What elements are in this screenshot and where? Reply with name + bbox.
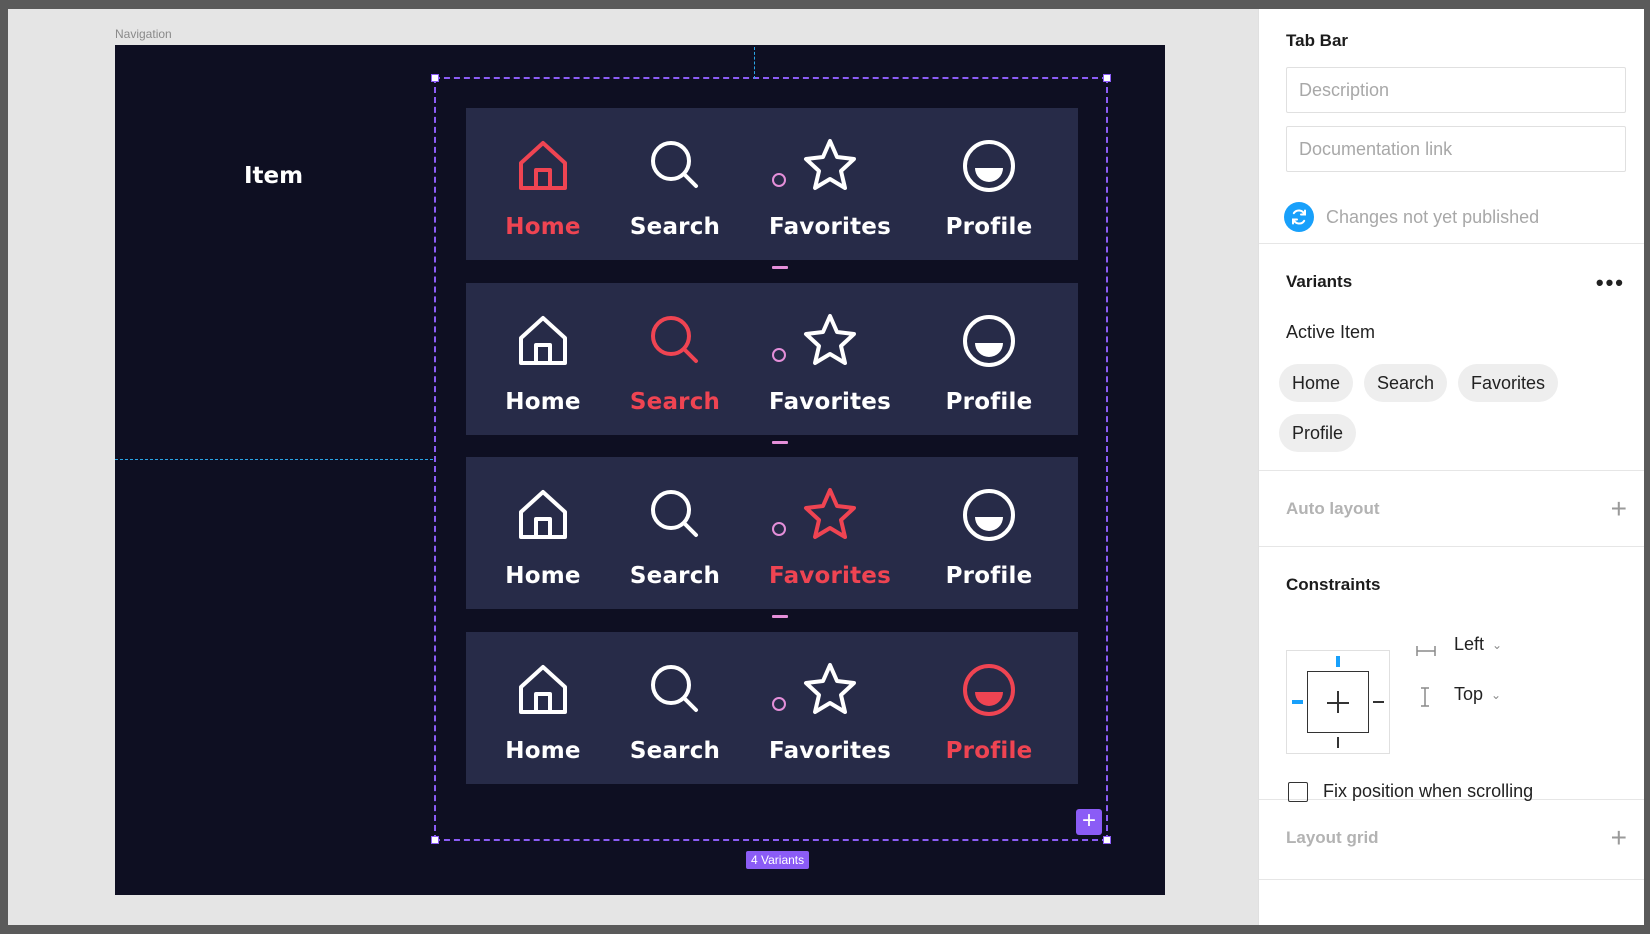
add-variant-button[interactable]: + (1076, 809, 1102, 835)
spacing-indicator-dash (772, 615, 788, 618)
horizontal-guide (115, 459, 433, 460)
spacing-indicator-dot (772, 697, 786, 711)
spacing-indicator-dash (772, 441, 788, 444)
vertical-constraint-icon (1419, 687, 1431, 712)
variants-title: Variants (1286, 272, 1353, 291)
tabbar-variant-home[interactable]: Home Search Favorites Profile (466, 108, 1078, 260)
horizontal-constraint-value: Left (1454, 634, 1485, 654)
variants-count-badge: 4 Variants (746, 851, 810, 869)
tab-label: Search (629, 738, 721, 764)
tabbar-variant-profile[interactable]: Home Search Favorites Profile (466, 632, 1078, 784)
tab-label: Home (505, 563, 581, 589)
tab-profile[interactable]: Profile (914, 632, 1064, 784)
documentation-link-input[interactable]: Documentation link (1286, 126, 1626, 172)
chevron-down-icon: ⌄ (1491, 687, 1502, 702)
item-title[interactable]: Item (244, 163, 303, 189)
variant-option-favorites[interactable]: Favorites (1458, 364, 1559, 402)
app-window: Navigation Item Home Search Favorites Profi… (8, 9, 1644, 925)
tab-home[interactable]: Home (468, 283, 618, 435)
design-canvas[interactable]: Navigation Item Home Search Favorites Profi… (8, 9, 1258, 925)
constraint-right[interactable] (1373, 701, 1384, 703)
resize-handle-top-left[interactable] (431, 74, 439, 82)
tab-label: Search (629, 389, 721, 415)
tab-label: Home (505, 389, 581, 415)
component-name: Tab Bar (1286, 31, 1349, 50)
constraint-left[interactable] (1292, 700, 1303, 704)
tab-search[interactable]: Search (600, 457, 750, 609)
layout-grid-title: Layout grid (1286, 828, 1379, 847)
layout-grid-section: Layout grid + (1259, 800, 1644, 880)
tab-label: Favorites (769, 214, 891, 240)
tab-home[interactable]: Home (468, 457, 618, 609)
tab-profile[interactable]: Profile (914, 108, 1064, 260)
variant-option-profile[interactable]: Profile (1279, 414, 1357, 452)
resize-handle-bottom-left[interactable] (431, 836, 439, 844)
description-input[interactable]: Description (1286, 67, 1626, 113)
publish-status: Changes not yet published (1284, 202, 1539, 232)
constraint-center-v[interactable] (1337, 691, 1339, 713)
add-auto-layout-icon[interactable]: + (1611, 495, 1627, 523)
tab-label: Favorites (769, 738, 891, 764)
tab-label: Favorites (769, 389, 891, 415)
tabbar-variant-favorites[interactable]: Home Search Favorites Profile (466, 457, 1078, 609)
horizontal-constraint-select[interactable]: Left ⌄ (1454, 634, 1502, 655)
vertical-constraint-select[interactable]: Top ⌄ (1454, 684, 1501, 705)
property-name[interactable]: Active Item (1286, 322, 1375, 343)
constraints-title: Constraints (1286, 575, 1381, 594)
tab-label: Profile (945, 738, 1033, 764)
tab-label: Search (629, 214, 721, 240)
resize-handle-bottom-right[interactable] (1103, 836, 1111, 844)
more-options-icon[interactable]: ••• (1596, 270, 1625, 296)
navigation-frame[interactable]: Item Home Search Favorites Profile Home Searc… (115, 45, 1165, 895)
tab-profile[interactable]: Profile (914, 283, 1064, 435)
horizontal-constraint-icon (1416, 642, 1436, 663)
add-layout-grid-icon[interactable]: + (1611, 824, 1627, 852)
tab-home[interactable]: Home (468, 108, 618, 260)
sync-icon (1284, 202, 1314, 232)
variants-section: Variants ••• Active Item Home Search Fav… (1259, 244, 1644, 471)
vertical-guide (754, 47, 755, 79)
properties-panel: Tab Bar Description Documentation link C… (1258, 9, 1644, 925)
tabbar-variant-search[interactable]: Home Search Favorites Profile (466, 283, 1078, 435)
tab-search[interactable]: Search (600, 283, 750, 435)
tab-label: Home (505, 214, 581, 240)
tab-search[interactable]: Search (600, 108, 750, 260)
publish-status-text: Changes not yet published (1326, 206, 1540, 227)
variant-option-search[interactable]: Search (1364, 364, 1448, 402)
vertical-constraint-value: Top (1454, 684, 1484, 704)
spacing-indicator-dash (772, 266, 788, 269)
tab-label: Favorites (769, 563, 891, 589)
chevron-down-icon: ⌄ (1492, 637, 1503, 652)
frame-label[interactable]: Navigation (115, 27, 172, 41)
constraint-top[interactable] (1336, 656, 1340, 667)
tab-label: Profile (945, 214, 1033, 240)
spacing-indicator-dot (772, 173, 786, 187)
resize-handle-top-right[interactable] (1103, 74, 1111, 82)
constraint-bottom[interactable] (1337, 737, 1339, 748)
tab-search[interactable]: Search (600, 632, 750, 784)
constraint-widget[interactable] (1286, 650, 1390, 754)
spacing-indicator-dot (772, 522, 786, 536)
fix-position-checkbox[interactable] (1288, 781, 1308, 802)
tab-label: Profile (945, 389, 1033, 415)
spacing-indicator-dot (772, 348, 786, 362)
tab-label: Home (505, 738, 581, 764)
variant-option-home[interactable]: Home (1279, 364, 1354, 402)
fix-position-row[interactable]: Fix position when scrolling (1288, 781, 1533, 802)
tab-profile[interactable]: Profile (914, 457, 1064, 609)
variants-set[interactable]: Home Search Favorites Profile Home Search Favo… (431, 47, 1111, 844)
tab-home[interactable]: Home (468, 632, 618, 784)
tab-label: Profile (945, 563, 1033, 589)
component-section: Tab Bar Description Documentation link C… (1259, 9, 1644, 244)
auto-layout-title: Auto layout (1286, 499, 1380, 518)
auto-layout-section: Auto layout + (1259, 471, 1644, 547)
fix-position-label[interactable]: Fix position when scrolling (1323, 781, 1533, 802)
tab-label: Search (629, 563, 721, 589)
